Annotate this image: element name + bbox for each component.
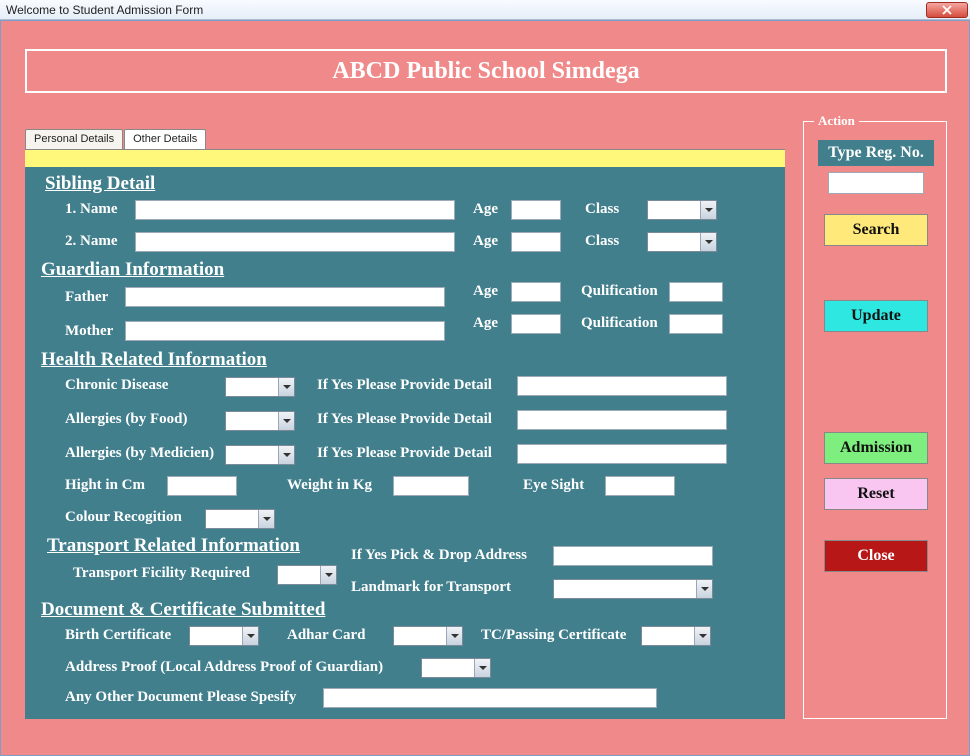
select-colour[interactable] [205, 509, 275, 529]
other-details-form: Sibling Detail 1. Name Age Class 2. Name… [25, 167, 785, 719]
section-heading-guardian: Guardian Information [41, 259, 224, 281]
chevron-down-icon [320, 566, 336, 584]
label-alg-med: Allergies (by Medicien) [65, 445, 214, 462]
select-chronic[interactable] [225, 377, 295, 397]
label-adhar: Adhar Card [287, 627, 366, 644]
input-weight[interactable] [393, 476, 469, 496]
label-landmark: Landmark for Transport [351, 579, 511, 596]
chevron-down-icon [278, 378, 294, 396]
chevron-down-icon [700, 201, 716, 219]
chevron-down-icon [258, 510, 274, 528]
label-colour: Colour Recogition [65, 509, 182, 526]
tab-strip [25, 149, 785, 167]
label-chronic: Chronic Disease [65, 377, 168, 394]
section-heading-sibling: Sibling Detail [45, 173, 155, 195]
input-alg-med-detail[interactable] [517, 444, 727, 464]
input-father-qual[interactable] [669, 282, 723, 302]
label-sibling1-class: Class [585, 201, 619, 218]
chevron-down-icon [700, 233, 716, 251]
chevron-down-icon [446, 627, 462, 645]
main-panel: ABCD Public School Simdega Personal Deta… [0, 20, 970, 756]
select-landmark[interactable] [553, 579, 713, 599]
close-icon [942, 5, 952, 15]
select-addr-proof[interactable] [421, 658, 491, 678]
select-alg-med[interactable] [225, 445, 295, 465]
input-eye[interactable] [605, 476, 675, 496]
chevron-down-icon [278, 446, 294, 464]
input-sibling1-name[interactable] [135, 200, 455, 220]
action-legend: Action [814, 113, 859, 129]
chevron-down-icon [278, 412, 294, 430]
update-button[interactable]: Update [824, 300, 928, 332]
label-other-doc: Any Other Document Please Spesify [65, 689, 296, 706]
input-mother-name[interactable] [125, 321, 445, 341]
window-title: Welcome to Student Admission Form [6, 0, 203, 20]
section-heading-docs: Document & Certificate Submitted [41, 599, 325, 621]
input-alg-food-detail[interactable] [517, 410, 727, 430]
chevron-down-icon [242, 627, 258, 645]
window-close-button[interactable] [926, 2, 968, 18]
title-bar: Welcome to Student Admission Form [0, 0, 970, 20]
action-panel: Action Type Reg. No. Search Update Admis… [803, 121, 947, 719]
section-heading-transport: Transport Related Information [47, 535, 300, 557]
select-sibling1-class[interactable] [647, 200, 717, 220]
select-sibling2-class[interactable] [647, 232, 717, 252]
tab-other-details[interactable]: Other Details [124, 129, 206, 149]
label-mother: Mother [65, 323, 113, 340]
label-alg-food-detail: If Yes Please Provide Detail [317, 411, 492, 428]
label-father: Father [65, 289, 108, 306]
label-reg-no: Type Reg. No. [818, 140, 934, 166]
input-mother-age[interactable] [511, 314, 561, 334]
chevron-down-icon [696, 580, 712, 598]
label-alg-food: Allergies (by Food) [65, 411, 187, 428]
input-chronic-detail[interactable] [517, 376, 727, 396]
label-tc: TC/Passing Certificate [481, 627, 626, 644]
label-transport-facility: Transport Ficility Required [73, 565, 250, 582]
label-chronic-detail: If Yes Please Provide Detail [317, 377, 492, 394]
label-mother-age: Age [473, 315, 498, 332]
input-mother-qual[interactable] [669, 314, 723, 334]
chevron-down-icon [694, 627, 710, 645]
select-alg-food[interactable] [225, 411, 295, 431]
label-alg-med-detail: If Yes Please Provide Detail [317, 445, 492, 462]
label-height: Hight in Cm [65, 477, 145, 494]
label-mother-qual: Qulification [581, 315, 658, 332]
school-name: ABCD Public School Simdega [332, 58, 639, 85]
reset-button[interactable]: Reset [824, 478, 928, 510]
label-sibling2-name: 2. Name [65, 233, 118, 250]
label-sibling1-age: Age [473, 201, 498, 218]
label-sibling1-name: 1. Name [65, 201, 118, 218]
input-height[interactable] [167, 476, 237, 496]
label-eye: Eye Sight [523, 477, 584, 494]
select-tc[interactable] [641, 626, 711, 646]
label-birth-cert: Birth Certificate [65, 627, 171, 644]
input-sibling2-age[interactable] [511, 232, 561, 252]
search-button[interactable]: Search [824, 214, 928, 246]
label-father-age: Age [473, 283, 498, 300]
input-sibling1-age[interactable] [511, 200, 561, 220]
select-adhar[interactable] [393, 626, 463, 646]
label-addr-proof: Address Proof (Local Address Proof of Gu… [65, 659, 383, 676]
label-sibling2-age: Age [473, 233, 498, 250]
input-father-age[interactable] [511, 282, 561, 302]
tab-container: Personal Details Other Details [25, 129, 785, 167]
select-transport-facility[interactable] [277, 565, 337, 585]
tab-personal-details[interactable]: Personal Details [25, 129, 123, 149]
school-banner: ABCD Public School Simdega [25, 49, 947, 93]
label-father-qual: Qulification [581, 283, 658, 300]
admission-button[interactable]: Admission [824, 432, 928, 464]
select-birth-cert[interactable] [189, 626, 259, 646]
label-weight: Weight in Kg [287, 477, 372, 494]
label-sibling2-class: Class [585, 233, 619, 250]
section-heading-health: Health Related Information [41, 349, 267, 371]
input-father-name[interactable] [125, 287, 445, 307]
label-pickdrop: If Yes Pick & Drop Address [351, 547, 527, 564]
input-sibling2-name[interactable] [135, 232, 455, 252]
input-other-doc[interactable] [323, 688, 657, 708]
close-button[interactable]: Close [824, 540, 928, 572]
input-reg-no[interactable] [828, 172, 924, 194]
input-pickdrop[interactable] [553, 546, 713, 566]
chevron-down-icon [474, 659, 490, 677]
